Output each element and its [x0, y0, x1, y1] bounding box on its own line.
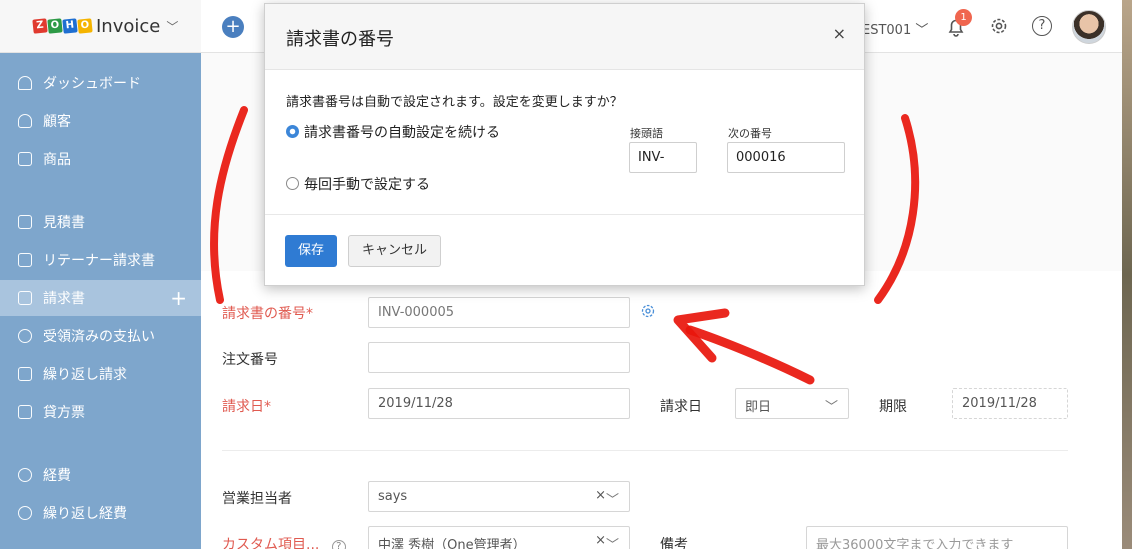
app-switcher[interactable]: Z O H O Invoice ﹀ [0, 0, 201, 53]
clear-icon[interactable]: × [595, 533, 606, 548]
prefix-input[interactable]: INV- [629, 142, 697, 173]
recurring-expense-icon [18, 506, 32, 520]
recurring-icon [18, 367, 32, 381]
sidebar-item-recurring-invoices[interactable]: 繰り返し請求 [0, 356, 201, 392]
manual-numbering-label[interactable]: 毎回手動で設定する [304, 174, 430, 194]
invoice-number-settings-icon[interactable] [640, 303, 656, 319]
sidebar-item-invoices[interactable]: 請求書 + [0, 280, 201, 316]
expense-icon [18, 468, 32, 482]
chevron-down-icon: ﹀ [824, 400, 838, 415]
dashboard-icon [18, 76, 32, 90]
sidebar-item-credit-notes[interactable]: 貸方票 [0, 394, 201, 430]
sidebar-item-items[interactable]: 商品 [0, 141, 201, 177]
sidebar-item-estimates[interactable]: 見積書 [0, 204, 201, 240]
help-icon[interactable]: ? [1032, 16, 1052, 36]
notification-badge: 1 [955, 9, 972, 26]
sidebar-item-payments-received[interactable]: 受領済みの支払い [0, 318, 201, 354]
next-number-input[interactable]: 000016 [727, 142, 845, 173]
sidebar-item-customers[interactable]: 顧客 [0, 103, 201, 139]
sidebar-item-expenses[interactable]: 経費 [0, 457, 201, 493]
terms-label: 請求日 [660, 399, 702, 415]
dialog-title: 請求書の番号 [286, 29, 394, 50]
sidebar: ダッシュボード 顧客 商品 見積書 リテーナー請求書 請求書 + 受領済みの支払い… [0, 53, 201, 549]
next-number-label: 次の番号 [728, 127, 772, 140]
invoice-number-input[interactable]: INV-000005 [368, 297, 630, 328]
invoice-date-label: 請求日* [222, 399, 271, 415]
close-icon[interactable]: × [833, 24, 846, 43]
terms-select[interactable]: 即日 ﹀ [735, 388, 849, 419]
basket-icon [18, 152, 32, 166]
dialog-question: 請求書番号は自動で設定されます。設定を変更しますか？ [286, 95, 623, 110]
prefix-label: 接頭語 [630, 127, 663, 140]
clear-icon[interactable]: × [595, 488, 606, 503]
invoice-number-dialog: 請求書の番号 × 請求書番号は自動で設定されます。設定を変更しますか？ 請求書番… [264, 3, 865, 286]
zoho-logo: Z O H O [32, 18, 93, 34]
estimate-icon [18, 215, 32, 229]
sidebar-item-retainer-invoices[interactable]: リテーナー請求書 [0, 242, 201, 278]
window-edge [1122, 0, 1132, 549]
help-icon[interactable]: ? [331, 540, 346, 549]
manual-numbering-radio[interactable] [286, 177, 299, 190]
gear-icon[interactable] [989, 16, 1009, 36]
salesperson-select[interactable]: says × ﹀ [368, 481, 630, 512]
credit-note-icon [18, 405, 32, 419]
due-date-input[interactable]: 2019/11/28 [952, 388, 1068, 419]
add-invoice-button[interactable]: + [170, 286, 187, 310]
sidebar-item-recurring-expenses[interactable]: 繰り返し経費 [0, 495, 201, 531]
order-number-input[interactable] [368, 342, 630, 373]
due-date-label: 期限 [879, 399, 907, 415]
custom-field-label: カスタム項目... ? [222, 534, 346, 549]
chevron-down-icon: ﹀ [166, 19, 179, 34]
dialog-footer-divider [265, 214, 864, 215]
retainer-icon [18, 253, 32, 267]
salesperson-label: 営業担当者 [222, 491, 292, 507]
auto-numbering-radio[interactable] [286, 125, 299, 138]
avatar[interactable] [1072, 10, 1106, 44]
app-name: Invoice [96, 15, 161, 37]
chevron-down-icon: ﹀ [605, 538, 619, 549]
order-number-label: 注文番号 [222, 352, 278, 368]
invoice-icon [18, 291, 32, 305]
payment-icon [18, 329, 32, 343]
notes-input[interactable]: 最大36000文字まで入力できます [806, 526, 1068, 549]
user-icon [18, 114, 32, 128]
custom-field-select[interactable]: 中澤 秀樹（One管理者） × ﹀ [368, 526, 630, 549]
cancel-button[interactable]: キャンセル [348, 235, 441, 267]
auto-numbering-label[interactable]: 請求書番号の自動設定を続ける [304, 122, 500, 142]
quick-create-button[interactable]: + [222, 16, 244, 38]
org-switcher[interactable]: EST001 ﹀ [862, 19, 928, 38]
section-divider [222, 450, 1068, 451]
sidebar-item-dashboard[interactable]: ダッシュボード [0, 65, 201, 101]
dialog-header: 請求書の番号 × [265, 4, 864, 70]
notes-label: 備考 [660, 537, 688, 549]
save-button[interactable]: 保存 [285, 235, 337, 267]
chevron-down-icon: ﹀ [605, 493, 619, 508]
invoice-number-label: 請求書の番号* [222, 306, 313, 322]
invoice-date-input[interactable]: 2019/11/28 [368, 388, 630, 419]
